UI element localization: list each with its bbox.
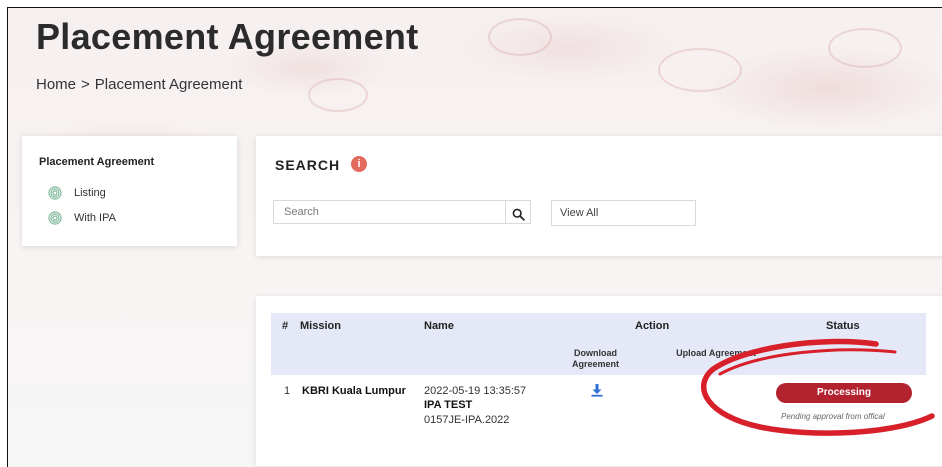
download-icon[interactable]	[590, 383, 604, 397]
batik-cloud-decoration	[488, 18, 552, 56]
column-header-name: Name	[424, 320, 454, 332]
row-reference: 0157JE-IPA.2022	[424, 414, 510, 426]
sidebar-item-label: Listing	[74, 187, 106, 199]
agreement-table: # Mission Name Action Status Download Ag…	[256, 296, 942, 466]
sidebar-item-with-ipa[interactable]: With IPA	[48, 211, 116, 225]
batik-cloud-decoration	[658, 48, 742, 92]
batik-cloud-decoration	[308, 78, 368, 112]
row-datetime: 2022-05-19 13:35:57	[424, 385, 527, 397]
batik-cloud-decoration	[828, 28, 902, 68]
view-all-select[interactable]: View All	[551, 200, 696, 226]
column-header-mission: Mission	[300, 320, 341, 332]
fingerprint-icon	[48, 211, 62, 225]
row-mission: KBRI Kuala Lumpur	[302, 385, 406, 397]
page-title: Placement Agreement	[36, 16, 419, 57]
status-badge: Processing	[776, 383, 912, 403]
breadcrumb: Home > Placement Agreement	[36, 76, 242, 93]
sidebar-item-listing[interactable]: Listing	[48, 186, 106, 200]
breadcrumb-home-link[interactable]: Home	[36, 76, 76, 93]
status-note: Pending approval from offical	[781, 412, 885, 421]
fingerprint-icon	[48, 186, 62, 200]
column-header-action: Action	[635, 320, 670, 332]
search-icon	[512, 208, 525, 221]
search-input[interactable]	[273, 200, 505, 224]
column-header-upload: Upload Agreement	[676, 348, 756, 358]
column-header-status: Status	[826, 320, 860, 332]
search-panel: SEARCH i View All	[256, 136, 942, 256]
column-header-download: Download Agreement	[571, 348, 619, 369]
sidebar: Placement Agreement Listing With IPA	[22, 136, 237, 246]
column-header-index: #	[282, 320, 289, 332]
breadcrumb-current: Placement Agreement	[94, 76, 243, 93]
sidebar-item-label: With IPA	[74, 212, 116, 224]
breadcrumb-separator: >	[81, 76, 90, 93]
search-title: SEARCH	[275, 157, 341, 173]
search-button[interactable]	[505, 200, 531, 224]
info-icon[interactable]: i	[351, 156, 367, 172]
sidebar-title: Placement Agreement	[39, 156, 155, 168]
row-index: 1	[284, 385, 291, 397]
page-frame: Placement Agreement Home > Placement Agree…	[7, 7, 942, 467]
row-name: IPA TEST	[424, 399, 473, 411]
